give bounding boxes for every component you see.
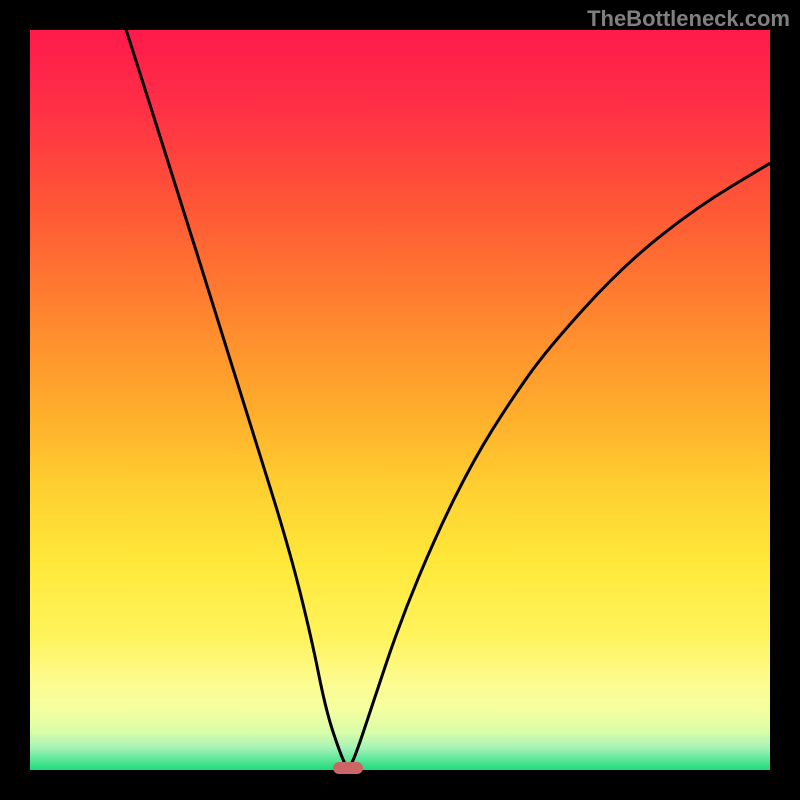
optimal-point-marker [333,762,363,774]
chart-container: TheBottleneck.com [0,0,800,800]
watermark-text: TheBottleneck.com [587,6,790,32]
bottleneck-curve [30,30,770,770]
